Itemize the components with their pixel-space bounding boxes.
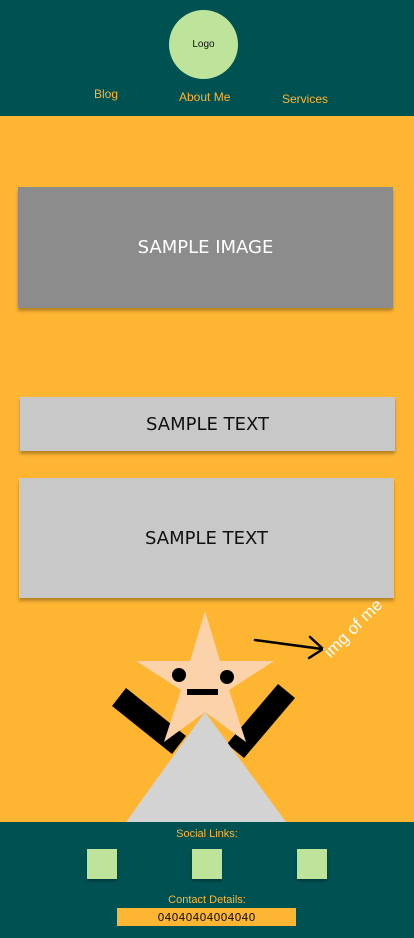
text-block-1-label: SAMPLE TEXT bbox=[146, 413, 269, 435]
nav-link-about-me[interactable]: About Me bbox=[179, 90, 230, 104]
header: Logo Blog About Me Services bbox=[0, 0, 414, 116]
nav-link-services[interactable]: Services bbox=[282, 92, 328, 106]
social-links-label: Social Links: bbox=[176, 828, 238, 840]
left-eye bbox=[172, 668, 186, 682]
logo-text: Logo bbox=[192, 39, 215, 50]
arrow-right-icon bbox=[253, 635, 325, 660]
phone-number[interactable]: 04040404004040 bbox=[117, 908, 296, 926]
mouth bbox=[187, 689, 218, 695]
text-block-1: SAMPLE TEXT bbox=[20, 397, 395, 451]
text-block-2-label: SAMPLE TEXT bbox=[145, 527, 268, 549]
social-link-icon[interactable] bbox=[297, 849, 327, 879]
sample-image-label: SAMPLE IMAGE bbox=[137, 237, 274, 258]
contact-details-label: Contact Details: bbox=[168, 894, 246, 906]
nav-link-blog[interactable]: Blog bbox=[94, 87, 118, 101]
logo[interactable]: Logo bbox=[169, 10, 238, 79]
social-link-icon[interactable] bbox=[192, 849, 222, 879]
social-link-icon[interactable] bbox=[87, 849, 117, 879]
text-block-2: SAMPLE TEXT bbox=[19, 478, 394, 598]
right-eye bbox=[220, 670, 234, 684]
sample-image-placeholder: SAMPLE IMAGE bbox=[18, 187, 393, 308]
phone-number-text: 04040404004040 bbox=[157, 910, 256, 924]
